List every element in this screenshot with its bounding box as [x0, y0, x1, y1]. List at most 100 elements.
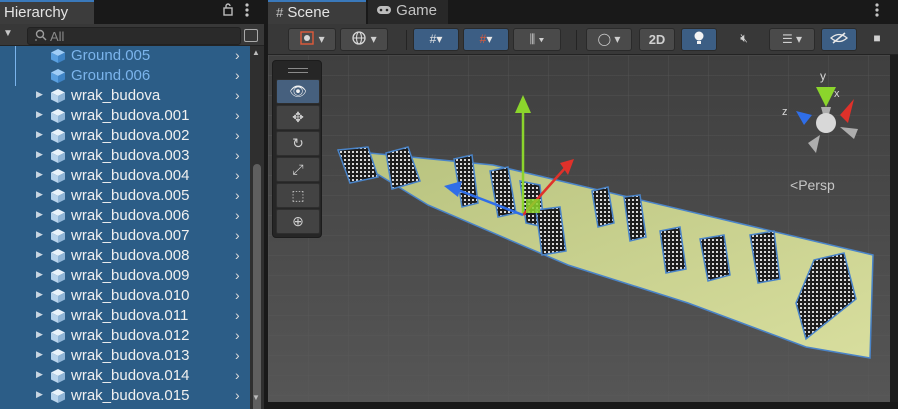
- effects-button[interactable]: ☰ ▾: [769, 28, 815, 51]
- building-mesh[interactable]: [535, 206, 567, 256]
- global-local-button[interactable]: ▾: [340, 28, 388, 51]
- expand-arrow-icon[interactable]: ▶: [36, 209, 43, 220]
- scene-visibility-button[interactable]: [821, 28, 857, 51]
- hierarchy-row[interactable]: ▶ wrak_budova.008 ›: [0, 246, 250, 266]
- scene-visibility-toggle-icon[interactable]: [244, 29, 258, 42]
- hierarchy-row[interactable]: ▶ wrak_budova.011 ›: [0, 306, 250, 326]
- expand-arrow-icon[interactable]: ▶: [36, 349, 43, 360]
- expand-arrow-icon[interactable]: ▶: [36, 309, 43, 320]
- rotate-tool-button[interactable]: ↻: [276, 131, 320, 156]
- gameobject-cube-icon: [50, 88, 66, 104]
- view-tool-button[interactable]: 👁︎: [276, 79, 320, 104]
- chevron-right-icon[interactable]: ›: [235, 367, 240, 383]
- camera-button[interactable]: ■: [864, 28, 890, 51]
- chevron-right-icon[interactable]: ›: [235, 347, 240, 363]
- chevron-right-icon[interactable]: ›: [235, 67, 240, 83]
- hierarchy-row[interactable]: ▶ wrak_budova.015 ›: [0, 386, 250, 406]
- hierarchy-row[interactable]: Ground.006 ›: [0, 66, 250, 86]
- projection-label: Persp: [798, 177, 835, 193]
- expand-arrow-icon[interactable]: ▶: [36, 389, 43, 400]
- chevron-right-icon[interactable]: ›: [235, 127, 240, 143]
- tools-overlay: 👁︎ ✥ ↻ ⤢ ⬚ ⊕: [272, 60, 322, 238]
- lock-icon[interactable]: [222, 3, 234, 19]
- scale-tool-icon: ⤢: [292, 161, 304, 177]
- expand-arrow-icon[interactable]: ▶: [36, 269, 43, 280]
- chevron-right-icon[interactable]: ›: [235, 167, 240, 183]
- add-dropdown-icon[interactable]: ▼: [3, 28, 13, 39]
- overlay-drag-handle[interactable]: [288, 68, 308, 73]
- chevron-right-icon[interactable]: ›: [235, 327, 240, 343]
- chevron-right-icon[interactable]: ›: [235, 247, 240, 263]
- scroll-down-icon[interactable]: ▼: [252, 393, 260, 402]
- chevron-right-icon[interactable]: ›: [235, 87, 240, 103]
- hierarchy-row[interactable]: ▶ wrak_budova.009 ›: [0, 266, 250, 286]
- lighting-button[interactable]: [681, 28, 717, 51]
- 2d-toggle-button[interactable]: 2D: [639, 28, 675, 51]
- draw-mode-button[interactable]: ▾: [288, 28, 336, 51]
- hierarchy-row[interactable]: ▶ wrak_budova ›: [0, 86, 250, 106]
- search-input[interactable]: [50, 29, 230, 43]
- kebab-menu-icon[interactable]: [244, 2, 250, 21]
- gameobject-cube-icon: [50, 208, 66, 224]
- scroll-up-icon[interactable]: ▲: [252, 48, 260, 57]
- expand-arrow-icon[interactable]: ▶: [36, 129, 43, 140]
- hierarchy-row[interactable]: ▶ wrak_budova.007 ›: [0, 226, 250, 246]
- projection-toggle[interactable]: <Persp: [790, 177, 835, 193]
- hierarchy-item-label: wrak_budova.007: [71, 227, 190, 244]
- expand-arrow-icon[interactable]: ▶: [36, 329, 43, 340]
- hierarchy-row[interactable]: ▶ wrak_budova.003 ›: [0, 146, 250, 166]
- expand-arrow-icon[interactable]: ▶: [36, 369, 43, 380]
- expand-arrow-icon[interactable]: ▶: [36, 189, 43, 200]
- hierarchy-row[interactable]: ▶ wrak_budova.010 ›: [0, 286, 250, 306]
- hierarchy-row[interactable]: ▶ wrak_budova.005 ›: [0, 186, 250, 206]
- scene-kebab-menu-icon[interactable]: [874, 2, 880, 21]
- grid-icon: #: [276, 5, 284, 20]
- hierarchy-row[interactable]: ▶ wrak_budova.006 ›: [0, 206, 250, 226]
- grid-snap-button[interactable]: #▾: [413, 28, 459, 51]
- expand-arrow-icon[interactable]: ▶: [36, 289, 43, 300]
- expand-arrow-icon[interactable]: ▶: [36, 229, 43, 240]
- move-tool-button[interactable]: ✥: [276, 105, 320, 130]
- gizmo-x-label: x: [834, 88, 840, 100]
- hierarchy-row[interactable]: Ground.005 ›: [0, 46, 250, 66]
- chevron-right-icon[interactable]: ›: [235, 287, 240, 303]
- expand-arrow-icon[interactable]: ▶: [36, 249, 43, 260]
- hierarchy-row[interactable]: ▶ wrak_budova.013 ›: [0, 346, 250, 366]
- vertex-snap-button[interactable]: ⫼ ▾: [513, 28, 561, 51]
- hierarchy-row[interactable]: ▶ wrak_budova.001 ›: [0, 106, 250, 126]
- scale-tool-button[interactable]: ⤢: [276, 157, 320, 182]
- scene-viewport[interactable]: y x z <Persp 👁︎ ✥ ↻ ⤢ ⬚ ⊕: [268, 55, 890, 402]
- chevron-right-icon[interactable]: ›: [235, 147, 240, 163]
- chevron-right-icon[interactable]: ›: [235, 107, 240, 123]
- chevron-right-icon[interactable]: ›: [235, 227, 240, 243]
- transform-tool-button[interactable]: ⊕: [276, 209, 320, 234]
- scene-visibility-icon: [830, 32, 848, 46]
- chevron-right-icon[interactable]: ›: [235, 307, 240, 323]
- tab-scene[interactable]: # Scene: [268, 0, 366, 24]
- hierarchy-search[interactable]: [27, 27, 241, 45]
- chevron-right-icon[interactable]: ›: [235, 207, 240, 223]
- hierarchy-row[interactable]: ▶ wrak_budova.012 ›: [0, 326, 250, 346]
- hierarchy-tab[interactable]: Hierarchy: [0, 0, 94, 24]
- hierarchy-scrollbar[interactable]: ▲ ▼: [250, 46, 264, 409]
- audio-mute-button[interactable]: 🔇︎: [731, 28, 757, 51]
- snap-increment-button[interactable]: #▾: [463, 28, 509, 51]
- lighting-icon: [693, 31, 705, 46]
- hierarchy-row[interactable]: ▶ wrak_budova.004 ›: [0, 166, 250, 186]
- hierarchy-row[interactable]: ▶ wrak_budova.014 ›: [0, 366, 250, 386]
- rect-tool-button[interactable]: ⬚: [276, 183, 320, 208]
- expand-arrow-icon[interactable]: ▶: [36, 89, 43, 100]
- chevron-right-icon[interactable]: ›: [235, 47, 240, 63]
- chevron-right-icon[interactable]: ›: [235, 387, 240, 403]
- scrollbar-thumb[interactable]: [253, 164, 261, 409]
- gameobject-cube-icon: [50, 328, 66, 344]
- vertex-snap-icon: ⫼ ▾: [529, 32, 545, 46]
- expand-arrow-icon[interactable]: ▶: [36, 149, 43, 160]
- tab-game[interactable]: Game: [368, 0, 448, 24]
- shading-button[interactable]: ◯ ▾: [586, 28, 632, 51]
- expand-arrow-icon[interactable]: ▶: [36, 169, 43, 180]
- chevron-right-icon[interactable]: ›: [235, 187, 240, 203]
- hierarchy-row[interactable]: ▶ wrak_budova.002 ›: [0, 126, 250, 146]
- expand-arrow-icon[interactable]: ▶: [36, 109, 43, 120]
- chevron-right-icon[interactable]: ›: [235, 267, 240, 283]
